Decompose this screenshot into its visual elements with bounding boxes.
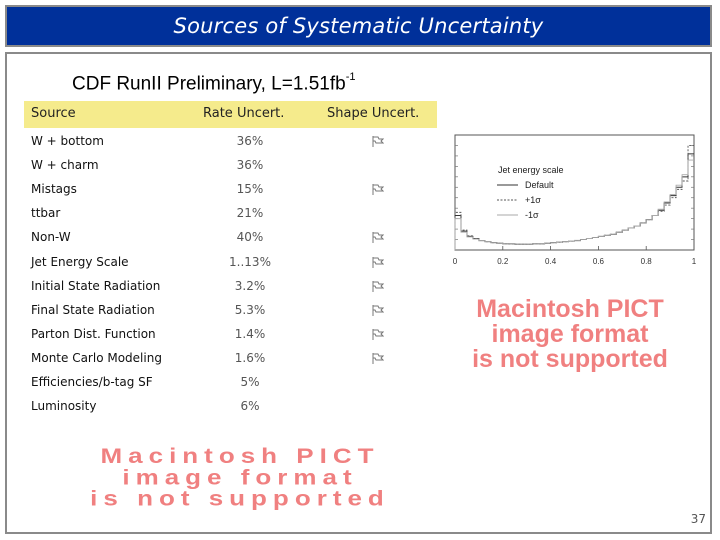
flag-icon [372,184,388,196]
cell-rate-uncert: 1..13% [229,254,271,269]
cell-rate-uncert: 36% [236,158,264,173]
table-row: Final State Radiation 5.3% [0,303,440,327]
flag-icon [372,256,388,268]
cell-source: ttbar [31,206,61,221]
cell-rate-uncert: 15% [236,182,264,197]
cell-source: Mistags [31,182,77,197]
cell-rate-uncert: 5% [240,375,260,389]
table-row: W + bottom 36% [0,134,440,158]
legend-label: +1σ [525,195,541,205]
flag-icon [372,304,388,316]
legend-label: Default [525,180,554,190]
plot-frame [454,134,695,251]
flag-icon [372,232,388,244]
cell-rate-uncert: 40% [236,230,264,245]
header-rate-uncert: Rate Uncert. [203,106,285,121]
table-row: Luminosity 6% [0,399,440,423]
header-source: Source [31,106,76,121]
caption-text: CDF RunII Preliminary, L=1.51fb [72,73,346,95]
cell-source: Jet Energy Scale [31,254,129,269]
pict-line-3: is not supported [90,486,390,511]
page-number: 37 [690,512,706,526]
x-tick-label: 0.2 [497,257,509,266]
table-row: Jet Energy Scale 1..13% [0,255,440,279]
cell-rate-uncert: 36% [236,134,264,148]
series-solid-line [454,153,694,250]
x-tick-label: 0.4 [545,257,557,266]
pict-placeholder-right: Macintosh PICT image format is not suppo… [440,297,700,372]
jes-histogram: 0 0.2 0.4 0.6 0.8 1 Jet energy scale Default +1σ… [446,130,708,272]
cell-rate-uncert: 1.6% [234,350,266,365]
cell-source: Final State Radiation [31,302,155,317]
slide-title: Sources of Systematic Uncertainty [173,14,544,38]
table-row: W + charm 36% [0,158,440,182]
cell-source: Parton Dist. Function [31,326,156,341]
cell-source: W + bottom [31,134,104,148]
series-dashed-line [454,145,694,250]
x-tick-label: 0.8 [641,257,653,266]
table-caption: CDF RunII Preliminary, L=1.51fb-1 [72,71,356,95]
cell-source: Non-W [31,230,71,245]
cell-rate-uncert: 1.4% [234,326,266,341]
cell-source: W + charm [31,158,99,173]
slide-title-bar: Sources of Systematic Uncertainty [5,5,712,47]
cell-source: Monte Carlo Modeling [31,350,162,365]
legend-title: Jet energy scale [498,165,564,175]
jes-histogram-svg: 0 0.2 0.4 0.6 0.8 1 Jet energy scale Default +1σ… [453,134,697,266]
cell-source: Efficiencies/b-tag SF [31,375,153,389]
table-row: Initial State Radiation 3.2% [0,279,440,303]
pict-line-1: Macintosh PICT [476,295,664,323]
cell-rate-uncert: 21% [236,206,264,221]
legend-label: -1σ [525,210,539,220]
pict-line-2: image format [122,464,358,490]
pict-line-3: is not supported [472,345,668,373]
cell-rate-uncert: 5.3% [234,302,266,317]
flag-icon [372,136,388,147]
flag-icon [372,328,388,340]
table-row: Parton Dist. Function 1.4% [0,327,440,351]
table-row: Non-W 40% [0,230,440,254]
series-dotted-line [454,159,694,250]
table-row: Mistags 15% [0,182,440,206]
pict-line-1: Macintosh PICT [100,443,380,468]
pict-line-2: image format [491,320,649,348]
pict-placeholder-bottom: Macintosh PICT image format is not suppo… [30,445,450,509]
cell-rate-uncert: 3.2% [234,278,266,293]
table-row: Efficiencies/b-tag SF 5% [0,375,440,399]
cell-rate-uncert: 6% [240,399,260,414]
cell-source: Initial State Radiation [31,278,161,293]
table-row: Monte Carlo Modeling 1.6% [0,351,440,375]
cell-source: Luminosity [31,399,97,414]
header-shape-uncert: Shape Uncert. [327,106,420,121]
x-tick-label: 0.6 [593,257,605,266]
x-tick-label: 1 [692,257,697,266]
table-row: ttbar 21% [0,206,440,230]
flag-icon [372,352,388,364]
x-tick-label: 0 [453,257,458,266]
flag-icon [372,280,388,292]
caption-superscript: -1 [345,71,356,83]
